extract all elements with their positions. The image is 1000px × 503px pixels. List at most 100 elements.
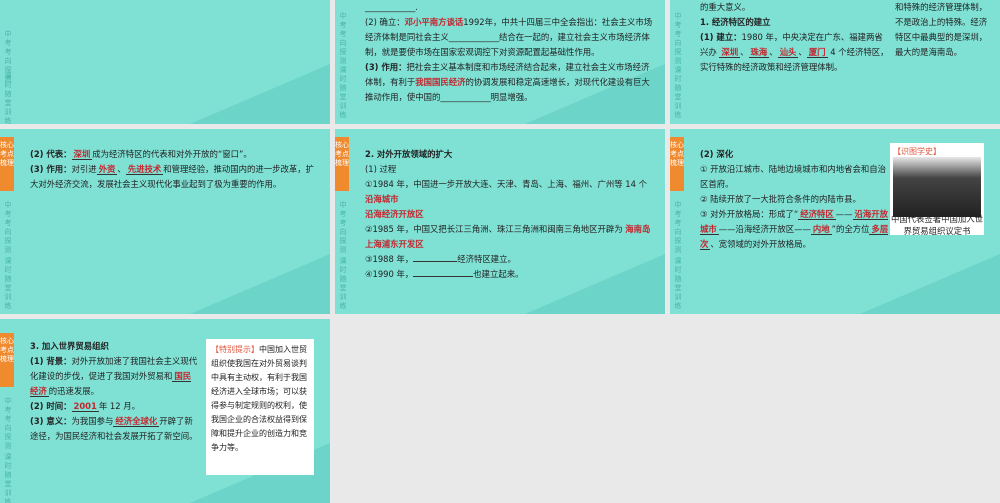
- slide-3[interactable]: 中考考向探测 课时随堂训练 的重大意义。 1. 经济特区的建立 (1) 建立：1…: [670, 0, 1000, 124]
- answer-blank: 先进技术: [125, 164, 164, 175]
- side-nav-item[interactable]: 中考考向探测: [2, 397, 14, 451]
- slide-side-nav: 中考考向探测 课时随堂训练: [670, 0, 688, 124]
- list-item: ④1990 年，: [365, 269, 414, 279]
- answer-text: 上海浦东开发区: [365, 239, 424, 249]
- body-text: 成为经济特区的代表和对外开放的“窗口”。: [92, 149, 252, 159]
- slide-side-nav: 中考考向探测 课时随堂训练: [0, 0, 18, 124]
- tip-text: 中国加入世贸组织使我国在对外贸易谈判中具有主动权，有利于我国经济进入全球市场；可…: [211, 345, 307, 452]
- side-nav-item[interactable]: 中考考向探测: [337, 12, 349, 66]
- slide-3-content: 的重大意义。 1. 经济特区的建立 (1) 建立：1980 年，中央决定在广东、…: [700, 2, 889, 72]
- side-nav-item[interactable]: 中考考向探测: [672, 12, 684, 66]
- answer-blank: 深圳: [719, 47, 741, 58]
- answer-blank: 内地: [810, 224, 832, 235]
- answer-text: 沿海经济开放区: [365, 209, 424, 219]
- label: (3) 意义：: [30, 416, 72, 426]
- blank-line: ____________: [448, 32, 499, 42]
- slide-side-nav: 核心考点梳理 中考考向探测 课时随堂训练: [670, 129, 688, 314]
- section-heading: 1. 经济特区的建立: [700, 17, 771, 27]
- body-text: 经济特区建立。: [457, 254, 516, 264]
- slide-4[interactable]: 核心考点梳理 中考考向探测 课时随堂训练 (2) 代表： 深圳 成为经济特区的代表和…: [0, 129, 330, 314]
- slide-6[interactable]: 核心考点梳理 中考考向探测 课时随堂训练 (2) 深化 ① 开放沿江城市、陆地边…: [670, 129, 1000, 314]
- label: (2) 时间：: [30, 401, 72, 411]
- slide-side-nav: 核心考点梳理 中考考向探测 课时随堂训练: [335, 129, 353, 314]
- label: (2) 代表：: [30, 149, 72, 159]
- slide-side-nav: 中考考向探测 课时随堂训练: [335, 0, 353, 124]
- photo-label: 【识图学史】: [893, 147, 941, 156]
- body-text: ——沿海经济开放区——: [718, 224, 811, 234]
- side-nav-item[interactable]: 中考考向探测: [337, 201, 349, 255]
- side-nav-active-tab[interactable]: 核心考点梳理: [0, 333, 14, 387]
- answer-text: 沿海城市: [365, 194, 399, 204]
- section-heading: (2) 深化: [700, 149, 734, 159]
- slide-side-nav: 核心考点梳理 中考考向探测 课时随堂训练: [0, 129, 18, 314]
- body-text: ”的全方位: [831, 224, 870, 234]
- list-item: ①1984 年，中国进一步开放大连、天津、青岛、上海、福州、广州等 14 个: [365, 179, 647, 189]
- body-text: 对引进: [71, 164, 97, 174]
- body-text: 也建立起来。: [473, 269, 524, 279]
- slide-7-content: 3. 加入世界贸易组织 (1) 背景：对外开放加速了我国社会主义现代化建设的步伐…: [30, 339, 198, 444]
- slide-1[interactable]: 中考考向探测 课时随堂训练: [0, 0, 330, 124]
- side-nav-item[interactable]: 中考考向探测: [672, 201, 684, 255]
- side-nav-active-tab[interactable]: 核心考点梳理: [670, 137, 684, 191]
- caption-text: 中国代表签署中国加入世界贸易组织议定书: [890, 214, 984, 236]
- answer-blank: 2001: [71, 401, 99, 412]
- body-text: 的迅速发展。: [48, 386, 99, 396]
- list-item: ① 开放沿江城市、陆地边境城市和内地省会和自治区首府。: [700, 164, 887, 189]
- blank-line: ____________: [440, 92, 491, 102]
- label: (1) 建立：: [700, 32, 742, 42]
- answer-blank: 珠海: [748, 47, 770, 58]
- body-text: 年 12 月。: [98, 401, 140, 411]
- answer-text: 海南岛: [625, 224, 651, 234]
- label: (1) 背景：: [30, 356, 72, 366]
- body-text: 、宽领域的对外开放格局。: [710, 239, 811, 249]
- side-nav-active-tab[interactable]: 核心考点梳理: [335, 137, 349, 191]
- side-nav-active-tab[interactable]: 核心考点梳理: [0, 137, 14, 191]
- list-item: ② 陆续开放了一大批符合条件的内陆市县。: [700, 194, 861, 204]
- year-text: 1992: [463, 17, 485, 27]
- sub-heading: (1) 过程: [365, 164, 397, 174]
- side-nav-item[interactable]: 中考考向探测: [2, 201, 14, 255]
- slide-5[interactable]: 核心考点梳理 中考考向探测 课时随堂训练 2. 对外开放领域的扩大 (1) 过程…: [335, 129, 665, 314]
- answer-blank: 汕头: [777, 47, 799, 58]
- photo-caption: 中国代表签署中国加入世界贸易组织议定书: [890, 213, 984, 237]
- list-item: ②1985 年，中国又把长江三角洲、珠江三角洲和闽南三角地区开辟为: [365, 224, 623, 234]
- slide-7[interactable]: 核心考点梳理 中考考向探测 课时随堂训练 3. 加入世界贸易组织 (1) 背景：…: [0, 319, 330, 503]
- slide-6-content: (2) 深化 ① 开放沿江城市、陆地边境城市和内地省会和自治区首府。 ② 陆续开…: [700, 149, 889, 250]
- special-tip-box: 【特别提示】中国加入世贸组织使我国在对外贸易谈判中具有主动权，有利于我国经济进入…: [206, 339, 314, 475]
- slide-5-content: 2. 对外开放领域的扩大 (1) 过程 ①1984 年，中国进一步开放大连、天津…: [365, 147, 655, 282]
- body-text: 的重大意义。: [700, 2, 751, 12]
- slide-2-content: ____________. (2) 确立：邓小平南方谈话1992年，中共十四届三…: [365, 0, 655, 105]
- label: (2) 确立：: [365, 17, 405, 27]
- slide-side-nav: 核心考点梳理 中考考向探测 课时随堂训练: [0, 319, 18, 503]
- body-text: 明显增强。: [490, 92, 533, 102]
- decor-triangle: [190, 64, 330, 124]
- decor-triangle: [860, 254, 1000, 314]
- slide-4-content: (2) 代表： 深圳 成为经济特区的代表和对外开放的“窗口”。 (3) 作用：对引进…: [30, 149, 315, 189]
- answer-text: 我国国民经济: [415, 77, 466, 87]
- side-nav-item[interactable]: 课时随堂训练: [337, 66, 349, 120]
- list-item: ③ 对外开放格局：形成了“: [700, 209, 799, 219]
- side-nav-item[interactable]: 课时随堂训练: [672, 257, 684, 311]
- answer-blank: 经济全球化: [113, 416, 160, 427]
- body-text: 为我国参与: [71, 416, 114, 426]
- answer-blank: 深圳: [71, 149, 93, 160]
- side-nav-item[interactable]: 课时随堂训练: [672, 66, 684, 120]
- side-nav-item[interactable]: 课时随堂训练: [337, 257, 349, 311]
- history-photo: [893, 157, 981, 217]
- slide-3-right-text: 和特殊的经济管理体制，不是政治上的特殊。经济特区中最典型的是深圳，最大的是海南岛…: [895, 0, 990, 60]
- list-item: ③1988 年，: [365, 254, 414, 264]
- answer-blank: 外资: [96, 164, 118, 175]
- answer-blank: 厦门: [806, 47, 828, 58]
- side-nav-item[interactable]: 课时随堂训练: [2, 72, 14, 124]
- side-nav-item[interactable]: 课时随堂训练: [2, 453, 14, 503]
- label: (3) 作用：: [365, 62, 407, 72]
- blank-line: ____________.: [365, 2, 418, 12]
- label: (3) 作用：: [30, 164, 72, 174]
- section-heading: 3. 加入世界贸易组织: [30, 341, 109, 351]
- answer-text: 邓小平南方谈话: [404, 17, 464, 27]
- tip-label: 【特别提示】: [211, 345, 259, 354]
- slide-2[interactable]: 中考考向探测 课时随堂训练 ____________. (2) 确立：邓小平南方…: [335, 0, 665, 124]
- answer-blank: 经济特区: [798, 209, 836, 220]
- body-text: 和特殊的经济管理体制，不是政治上的特殊。经济特区中最典型的是深圳，最大的是海南岛…: [895, 2, 988, 57]
- side-nav-item[interactable]: 课时随堂训练: [2, 257, 14, 311]
